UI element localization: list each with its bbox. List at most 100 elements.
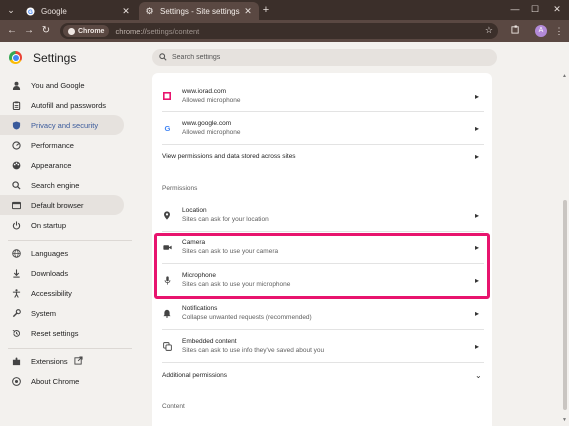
bell-icon	[162, 308, 172, 318]
puzzle-icon	[11, 356, 21, 366]
power-icon	[11, 220, 21, 230]
close-icon[interactable]: ✕	[121, 6, 131, 17]
scrollbar-thumb[interactable]	[563, 200, 567, 410]
sidebar-item-label: About Chrome	[31, 376, 80, 386]
extensions-icon[interactable]	[508, 24, 522, 38]
sidebar-item-system[interactable]: System	[0, 303, 124, 323]
sidebar-item-accessibility[interactable]: Accessibility	[0, 283, 124, 303]
sidebar-item-privacy[interactable]: Privacy and security	[0, 115, 124, 135]
tab-strip: ⌄ G Google ✕ ⚙ Settings - Site settings …	[0, 0, 569, 20]
permission-row-notifications[interactable]: Notifications Collapse unwanted requests…	[152, 299, 492, 327]
more-menu-icon[interactable]: ⋮	[552, 24, 566, 38]
avatar[interactable]: A	[535, 25, 547, 37]
chevron-right-icon: ▸	[475, 308, 480, 318]
chrome-logo-icon	[9, 51, 22, 64]
chrome-chip[interactable]: Chrome	[63, 25, 110, 37]
tab-search-icon[interactable]: ⌄	[4, 3, 18, 17]
sidebar-item-search-engine[interactable]: Search engine	[0, 175, 124, 195]
permission-subtitle: Sites can ask for your location	[182, 215, 269, 223]
view-all-label: View permissions and data stored across …	[162, 152, 296, 160]
sidebar-item-label: Languages	[31, 248, 69, 258]
divider	[162, 111, 484, 112]
site-row-google[interactable]: G www.google.com Allowed microphone ▸	[152, 114, 492, 142]
minimize-icon[interactable]: —	[505, 2, 525, 16]
chevron-right-icon: ▸	[475, 151, 480, 161]
chevron-right-icon: ▸	[475, 123, 480, 133]
speedometer-icon	[11, 140, 21, 150]
permission-title: Embedded content	[182, 337, 237, 345]
sidebar-item-label: Extensions	[31, 356, 68, 366]
close-icon[interactable]: ✕	[243, 6, 253, 17]
download-icon	[11, 268, 21, 278]
sidebar-item-languages[interactable]: Languages	[0, 243, 124, 263]
permission-subtitle: Sites can ask to use info they've saved …	[182, 346, 325, 354]
sidebar-item-you-and-google[interactable]: You and Google	[0, 75, 124, 95]
tab-settings[interactable]: ⚙ Settings - Site settings ✕	[139, 2, 259, 20]
permission-row-location[interactable]: Location Sites can ask for your location…	[152, 201, 492, 229]
scroll-down-arrow-icon[interactable]: ▼	[562, 417, 567, 423]
sidebar-item-downloads[interactable]: Downloads	[0, 263, 124, 283]
search-box[interactable]	[152, 49, 497, 66]
forward-arrow-icon[interactable]: →	[22, 24, 36, 38]
sidebar-item-label: You and Google	[31, 80, 85, 90]
permission-subtitle: Collapse unwanted requests (recommended)	[182, 313, 312, 321]
url-text: chrome://settings/content	[115, 27, 199, 36]
sidebar-item-appearance[interactable]: Appearance	[0, 155, 124, 175]
site-title: www.iorad.com	[182, 87, 227, 95]
search-icon	[159, 52, 167, 63]
permission-row-embedded-content[interactable]: Embedded content Sites can ask to use in…	[152, 332, 492, 360]
iorad-favicon-icon	[162, 91, 172, 101]
sidebar-item-label: Downloads	[31, 268, 69, 278]
view-all-permissions-link[interactable]: View permissions and data stored across …	[152, 146, 492, 166]
person-icon	[11, 80, 21, 90]
sidebar-item-performance[interactable]: Performance	[0, 135, 124, 155]
sidebar-item-label: Privacy and security	[31, 120, 99, 130]
sidebar-item-on-startup[interactable]: On startup	[0, 215, 124, 235]
highlight-box	[154, 233, 490, 299]
permissions-heading: Permissions	[162, 185, 198, 192]
site-row-iorad[interactable]: www.iorad.com Allowed microphone ▸	[152, 82, 492, 110]
sidebar-item-label: Search engine	[31, 180, 80, 190]
search-input[interactable]	[172, 54, 472, 61]
tab-google[interactable]: G Google ✕	[20, 2, 137, 20]
scroll-up-arrow-icon[interactable]: ▲	[562, 73, 567, 79]
sidebar-item-extensions[interactable]: Extensions	[0, 351, 124, 371]
embedded-content-icon	[162, 341, 172, 351]
additional-permissions-toggle[interactable]: Additional permissions ⌄	[152, 365, 492, 385]
sidebar-item-label: System	[31, 308, 57, 318]
divider	[162, 231, 484, 232]
sidebar-item-label: Default browser	[31, 200, 84, 210]
browser-icon	[11, 200, 21, 210]
clipboard-icon	[11, 100, 21, 110]
site-title: www.google.com	[182, 119, 232, 127]
reload-icon[interactable]: ↻	[39, 24, 53, 38]
tab-title: Settings - Site settings	[160, 6, 240, 16]
url-host: chrome://	[115, 26, 147, 36]
back-arrow-icon[interactable]: ←	[5, 24, 19, 38]
additional-permissions-label: Additional permissions	[162, 371, 228, 379]
google-favicon-icon: G	[26, 6, 35, 16]
accessibility-icon	[11, 288, 21, 298]
chip-label: Chrome	[78, 27, 105, 35]
maximize-icon[interactable]: ☐	[525, 2, 545, 16]
svg-text:G: G	[164, 124, 170, 133]
reset-icon	[11, 328, 21, 338]
sidebar-item-label: Accessibility	[31, 288, 72, 298]
content-heading: Content	[162, 403, 185, 410]
chevron-down-icon: ⌄	[475, 370, 482, 380]
gear-icon: ⚙	[145, 5, 154, 16]
sidebar-item-label: Reset settings	[31, 328, 79, 338]
bookmark-star-icon[interactable]: ☆	[485, 25, 493, 36]
shield-icon	[11, 120, 21, 130]
sidebar-item-default-browser[interactable]: Default browser	[0, 195, 124, 215]
window-close-icon[interactable]: ✕	[547, 2, 567, 16]
divider	[162, 144, 484, 145]
sidebar-item-autofill[interactable]: Autofill and passwords	[0, 95, 124, 115]
new-tab-button[interactable]: +	[259, 3, 273, 17]
sidebar-divider	[8, 348, 132, 349]
sidebar-item-label: Appearance	[31, 160, 72, 170]
sidebar-item-about-chrome[interactable]: About Chrome	[0, 371, 124, 391]
location-pin-icon	[162, 210, 172, 220]
address-bar[interactable]: Chrome chrome://settings/content ☆	[60, 23, 498, 39]
sidebar-item-reset-settings[interactable]: Reset settings	[0, 323, 124, 343]
